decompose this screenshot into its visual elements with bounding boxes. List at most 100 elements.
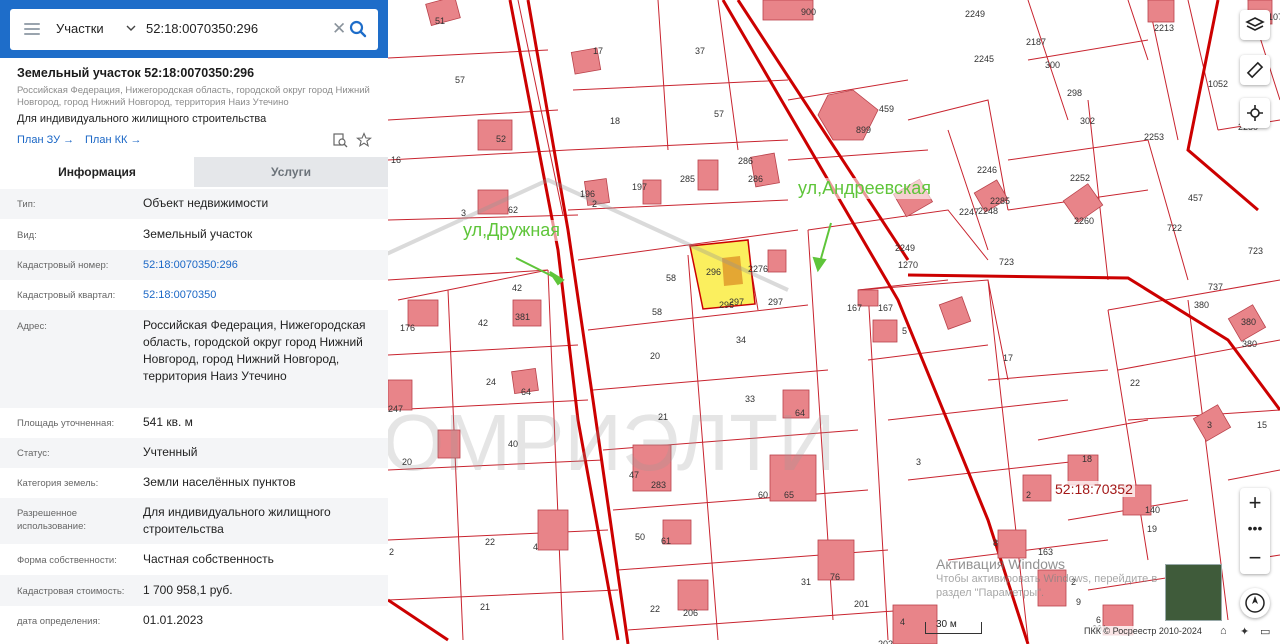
measure-button[interactable]: [1240, 55, 1270, 85]
info-row-cadastral-value: Кадастровая стоимость: 1 700 958,1 руб.: [0, 575, 388, 606]
parcel-number-label: 380: [1194, 300, 1209, 310]
pin-icon[interactable]: ✦: [1240, 625, 1249, 638]
info-label: Кадастровый квартал:: [17, 290, 116, 301]
parcel-number-label: 57: [455, 75, 465, 85]
parcel-number-label: 3: [1207, 420, 1212, 430]
info-label: Адрес:: [17, 321, 47, 332]
parcel-number-label: 2260: [1074, 216, 1094, 226]
home-icon[interactable]: ⌂: [1220, 625, 1227, 637]
parcel-number-label: 176: [400, 323, 415, 333]
tab-information[interactable]: Информация: [0, 157, 194, 187]
map-canvas[interactable]: ДОМРИЭЛТИ 519002249218722131078571737300…: [388, 0, 1280, 644]
locate-button[interactable]: [1240, 98, 1270, 128]
parcel-number-label: 296: [706, 267, 721, 277]
parcel-number-label: 22: [650, 604, 660, 614]
info-value: Частная собственность: [143, 552, 274, 566]
tab-services[interactable]: Услуги: [194, 157, 388, 187]
info-label: Кадастровая стоимость:: [17, 586, 125, 597]
parcel-number-label: 2: [592, 199, 597, 209]
activation-text: Чтобы активировать Windows, перейдите в …: [936, 573, 1158, 599]
windows-activation: Активация Windows Чтобы активировать Win…: [936, 556, 1176, 600]
parcel-number-label: 899: [856, 125, 871, 135]
parcel-number-label: 3: [461, 208, 466, 218]
ruler-small-icon[interactable]: ▭: [1260, 625, 1270, 638]
menu-icon[interactable]: [24, 23, 40, 35]
street-label-druzhnaya: ул,Дружная: [463, 220, 561, 241]
search-icon[interactable]: [349, 20, 367, 38]
info-panel: Участки 52:18:0070350:296 ✕ Земельный уч…: [0, 0, 388, 644]
info-value: 1 700 958,1 руб.: [143, 583, 233, 597]
info-label: Площадь уточненная:: [17, 418, 115, 429]
zoom-controls: + ••• −: [1240, 488, 1270, 574]
compass-button[interactable]: [1240, 588, 1270, 618]
parcel-number-label: 167: [878, 303, 893, 313]
parcel-number-label: 4: [900, 617, 905, 627]
parcel-number-label: 6: [1096, 615, 1101, 625]
parcel-number-label: 64: [795, 408, 805, 418]
plan-zu-link[interactable]: План ЗУ →: [17, 134, 74, 146]
parcel-number-label: 286: [738, 156, 753, 166]
info-value: Объект недвижимости: [143, 196, 269, 210]
info-row-land-category: Категория земель: Земли населённых пункт…: [0, 468, 388, 498]
parcel-number-label: 296: [719, 300, 734, 310]
info-row-status: Статус: Учтенный: [0, 438, 388, 468]
parcel-number-label: 17: [593, 46, 603, 56]
info-value: Учтенный: [143, 445, 198, 459]
parcel-number-label: 37: [695, 46, 705, 56]
zoom-in-button[interactable]: +: [1240, 488, 1270, 518]
info-row-valuation-date: дата определения: 01.01.2023: [0, 606, 388, 644]
info-row-quarter: Кадастровый квартал: 52:18:0070350: [0, 280, 388, 310]
clear-icon[interactable]: ✕: [332, 19, 346, 39]
parcel-number-label: 2: [389, 547, 394, 557]
more-button[interactable]: •••: [1240, 518, 1270, 544]
search-type-select[interactable]: Участки: [56, 21, 104, 36]
info-label: Тип:: [17, 199, 36, 210]
buildings: [388, 0, 1273, 644]
parcel-number-label: 197: [632, 182, 647, 192]
info-row-permitted-use: Разрешенное использование: Для индивидуа…: [0, 498, 388, 544]
cadastral-quarter-link[interactable]: 52:18:0070350: [143, 287, 375, 304]
parcel-number-label: 723: [1248, 246, 1263, 256]
report-icon[interactable]: [332, 132, 348, 148]
parcel-number-label: 51: [435, 16, 445, 26]
parcel-number-label: 1052: [1208, 79, 1228, 89]
parcel-number-label: 140: [1145, 505, 1160, 515]
parcel-number-label: 298: [1067, 88, 1082, 98]
parcel-number-label: 285: [680, 174, 695, 184]
parcel-number-label: 2247: [959, 207, 979, 217]
star-icon[interactable]: [356, 132, 372, 148]
parcel-number-label: 2245: [974, 54, 994, 64]
satellite-layer-thumbnail[interactable]: [1165, 564, 1222, 621]
parcel-number-label: 20: [650, 351, 660, 361]
cadastral-map[interactable]: ДОМРИЭЛТИ 519002249218722131078571737300…: [388, 0, 1280, 644]
parcel-number-label: 4: [533, 542, 538, 552]
info-value: 541 кв. м: [143, 415, 193, 429]
parcel-number-label: 2246: [977, 165, 997, 175]
cadastral-number-link[interactable]: 52:18:0070350:296: [143, 257, 375, 274]
layers-button[interactable]: [1240, 10, 1270, 40]
parcel-number-label: 31: [801, 577, 811, 587]
parcel-number-label: 22: [485, 537, 495, 547]
scale-bar: 30 м: [925, 619, 982, 634]
info-value: 01.01.2023: [143, 613, 204, 627]
parcel-number-label: 283: [651, 480, 666, 490]
info-row-kind: Вид: Земельный участок: [0, 219, 388, 250]
parcel-number-label: 52: [496, 134, 506, 144]
parcel-number-label: 1270: [898, 260, 918, 270]
parcel-number-label: 2252: [1070, 173, 1090, 183]
zoom-out-button[interactable]: −: [1240, 544, 1270, 574]
parcel-number-label: 33: [745, 394, 755, 404]
locate-icon: [1247, 105, 1263, 121]
parcel-number-label: 723: [999, 257, 1014, 267]
search-bar: Участки 52:18:0070350:296 ✕: [0, 0, 388, 58]
plan-kk-link[interactable]: План КК →: [85, 134, 141, 146]
parcel-number-label: 286: [748, 174, 763, 184]
parcel-number-label: 2276: [748, 264, 768, 274]
search-input[interactable]: 52:18:0070350:296: [146, 21, 258, 36]
street-label-andreevskaya: ул,Андреевская: [798, 178, 931, 199]
quarter-label: 52:18:70352: [1053, 481, 1135, 497]
parcel-number-label: 34: [736, 335, 746, 345]
info-row-address: Адрес: Российская Федерация, Нижегородск…: [0, 310, 388, 408]
parcel-number-label: 380: [1241, 317, 1256, 327]
chevron-down-icon[interactable]: [125, 22, 137, 34]
